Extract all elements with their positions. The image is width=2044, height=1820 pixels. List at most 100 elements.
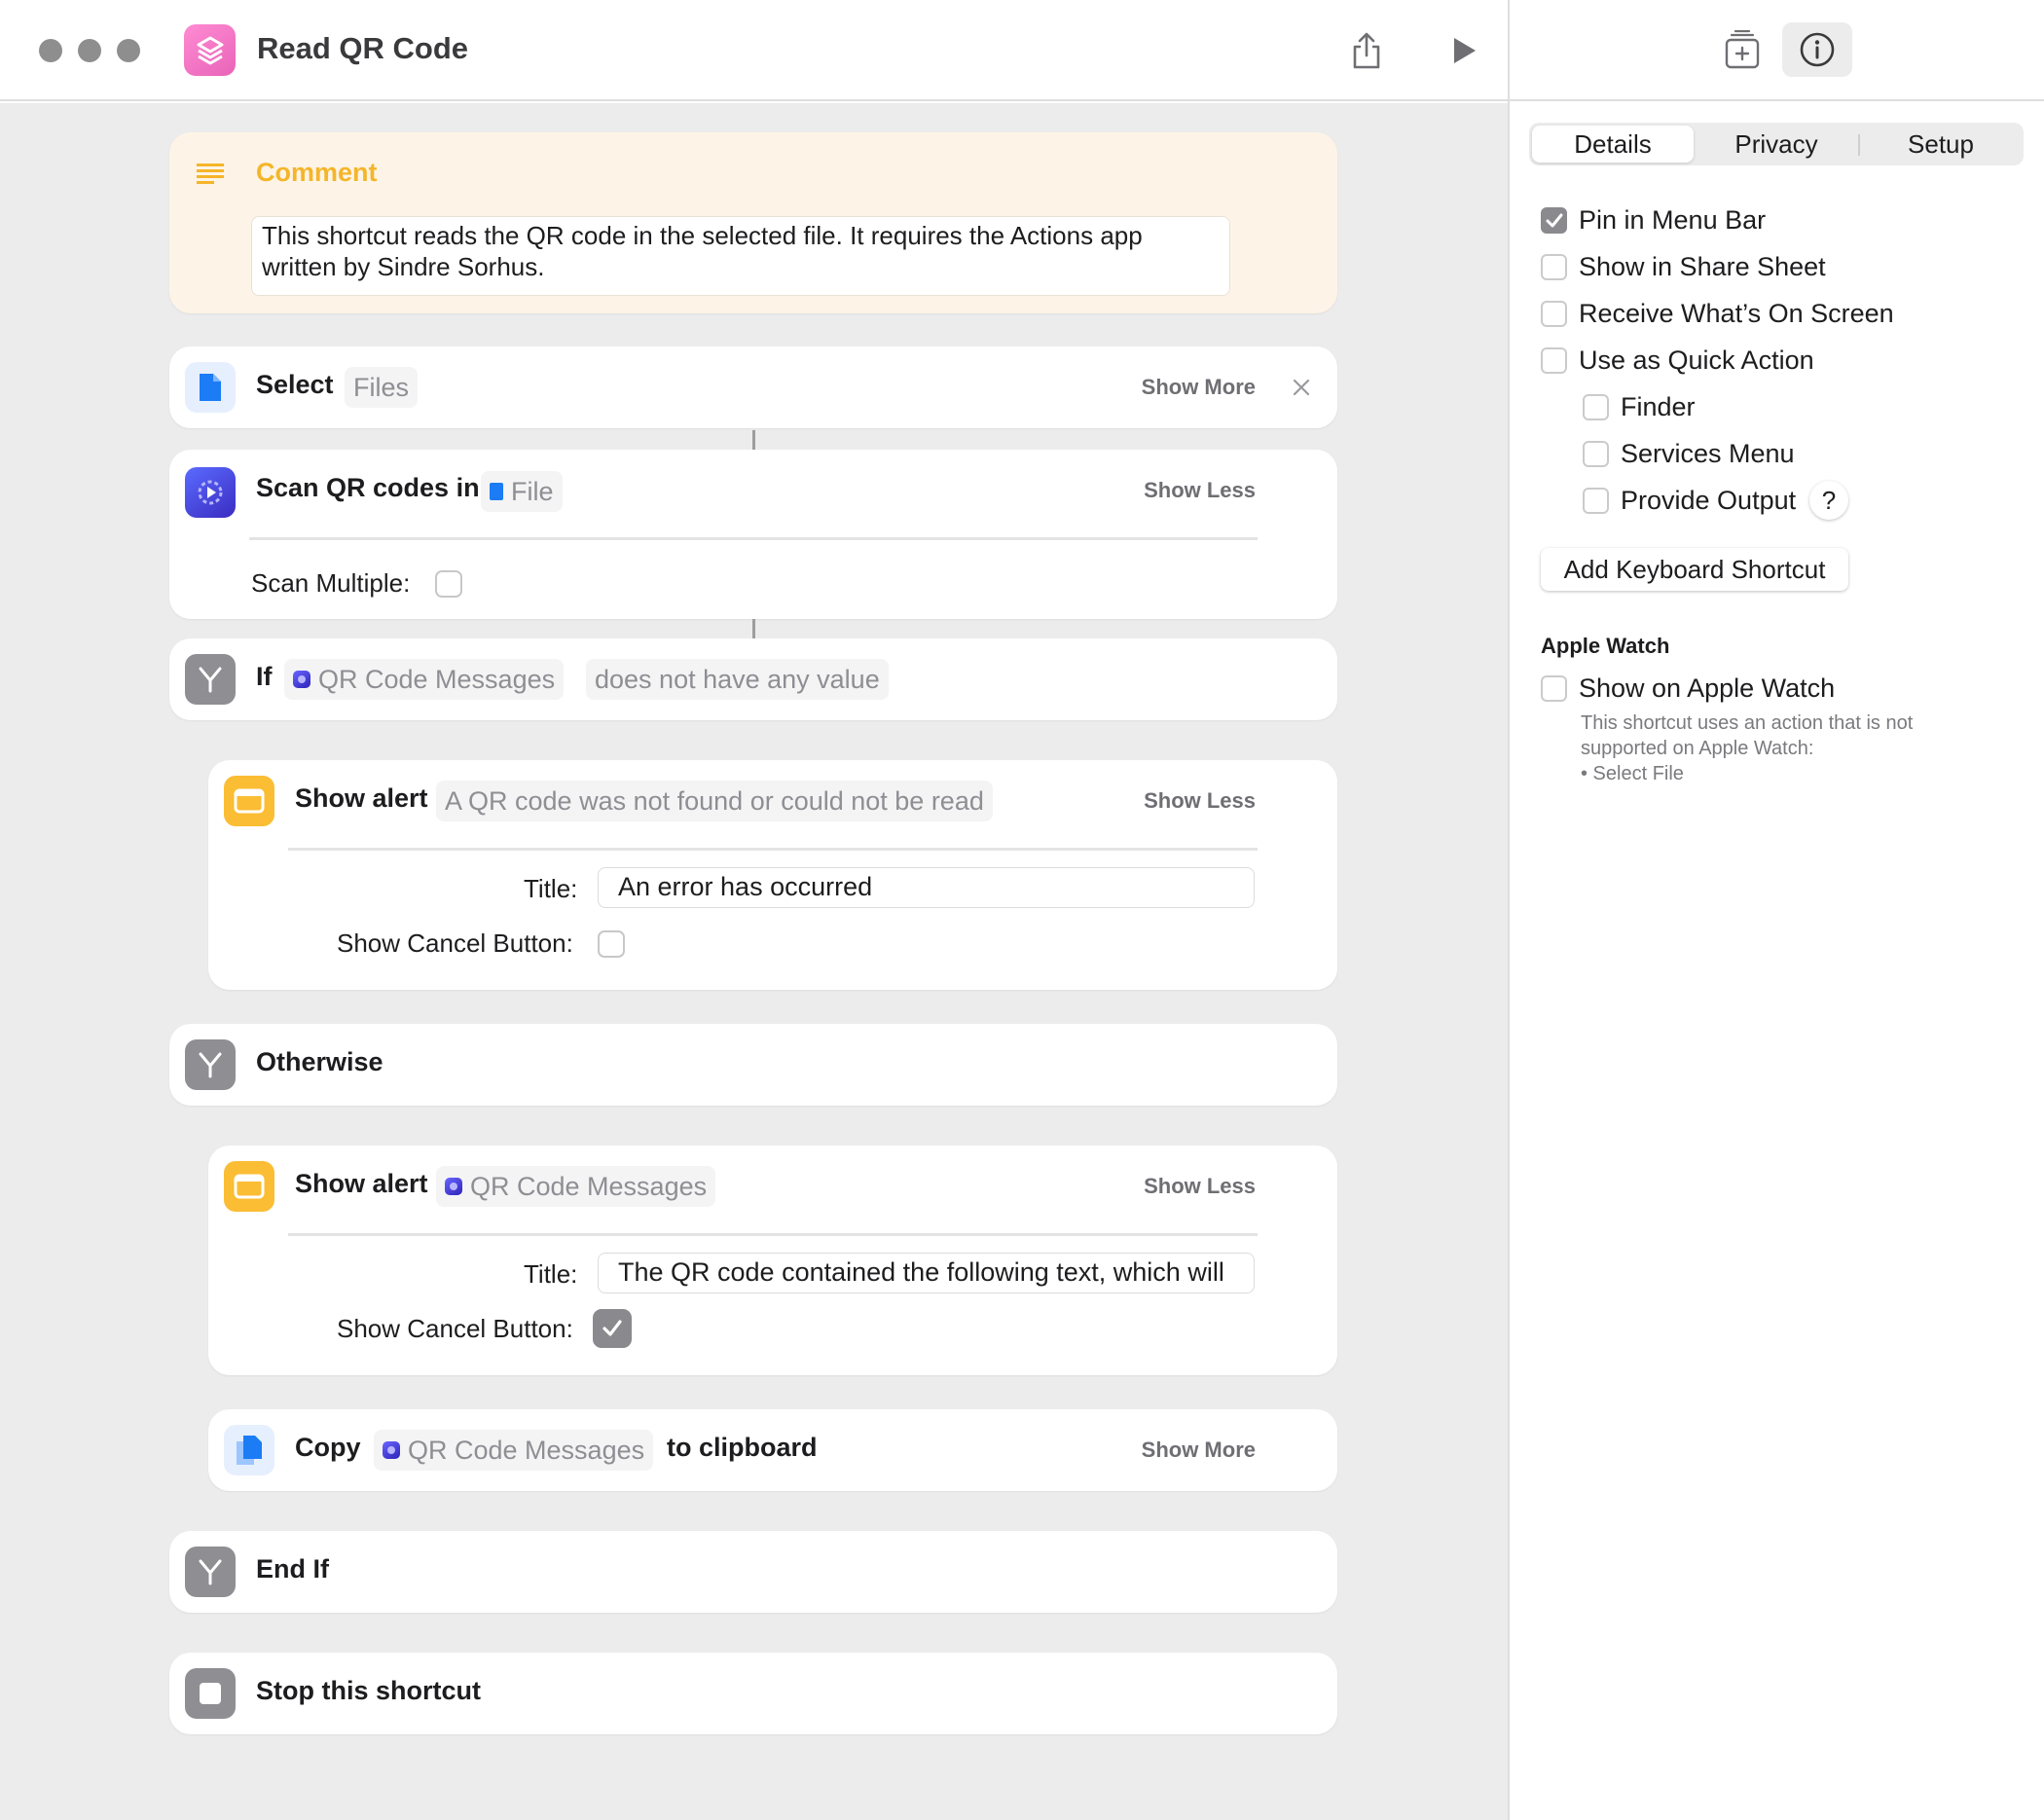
copy-clipboard-action[interactable]: Copy QR Code Messages to clipboard Show … bbox=[208, 1409, 1337, 1491]
qr-messages-token[interactable]: QR Code Messages bbox=[374, 1430, 654, 1471]
help-button[interactable]: ? bbox=[1809, 481, 1848, 520]
tab-details[interactable]: Details bbox=[1532, 126, 1694, 163]
close-window-button[interactable] bbox=[39, 39, 62, 62]
tab-privacy[interactable]: Privacy bbox=[1697, 126, 1856, 163]
apple-watch-note-line: • Select File bbox=[1581, 763, 1684, 784]
if-verb: If bbox=[256, 662, 273, 691]
sidebar-tabs: Details Privacy Setup bbox=[1529, 123, 2024, 165]
tab-separator bbox=[1858, 134, 1860, 156]
copy-verb: Copy bbox=[295, 1433, 361, 1462]
alert-window-icon bbox=[224, 1161, 274, 1212]
show-cancel-checkbox[interactable] bbox=[598, 930, 625, 958]
info-icon bbox=[1800, 32, 1835, 67]
alert-window-icon bbox=[224, 776, 274, 826]
details-sidebar: Details Privacy Setup Pin in Menu Bar Sh… bbox=[1508, 0, 2044, 1820]
branch-icon bbox=[185, 654, 236, 705]
pin-menu-bar-checkbox[interactable] bbox=[1541, 207, 1567, 234]
run-button[interactable] bbox=[1441, 27, 1487, 74]
alert-title-field[interactable]: An error has occurred bbox=[598, 867, 1255, 908]
files-token-label: Files bbox=[353, 372, 410, 402]
files-token[interactable]: Files bbox=[345, 367, 419, 408]
close-icon[interactable] bbox=[1293, 379, 1310, 396]
show-alert-verb: Show alert bbox=[295, 1169, 428, 1198]
apple-watch-label: Show on Apple Watch bbox=[1579, 673, 1836, 703]
sidebar-toolbar bbox=[1510, 0, 2044, 101]
show-less-button[interactable]: Show Less bbox=[1144, 788, 1256, 814]
minimize-window-button[interactable] bbox=[78, 39, 101, 62]
comment-lines-icon bbox=[197, 164, 224, 184]
show-alert-action[interactable]: Show alert A QR code was not found or co… bbox=[208, 760, 1337, 990]
title-bar: Read QR Code bbox=[0, 0, 1508, 101]
show-cancel-label: Show Cancel Button: bbox=[337, 928, 573, 958]
branch-icon bbox=[185, 1547, 236, 1597]
checkmark-icon bbox=[1546, 213, 1562, 227]
alert-title-label: Title: bbox=[524, 1259, 578, 1289]
show-alert-action[interactable]: Show alert QR Code Messages Show Less Ti… bbox=[208, 1146, 1337, 1375]
otherwise-action[interactable]: Otherwise bbox=[169, 1024, 1337, 1106]
show-more-button[interactable]: Show More bbox=[1142, 375, 1256, 400]
apple-watch-note: This shortcut uses an action that is not… bbox=[1581, 710, 1989, 786]
window-title: Read QR Code bbox=[257, 31, 469, 65]
apple-watch-note-line: supported on Apple Watch: bbox=[1581, 738, 1814, 759]
provide-output-label: Provide Output bbox=[1621, 486, 1797, 515]
stop-verb: Stop this shortcut bbox=[256, 1676, 481, 1705]
scan-qr-action[interactable]: Scan QR codes in File Show Less Scan Mul… bbox=[169, 450, 1337, 619]
comment-action[interactable]: Comment This shortcut reads the QR code … bbox=[169, 132, 1337, 313]
show-more-button[interactable]: Show More bbox=[1142, 1438, 1256, 1463]
comment-text[interactable]: This shortcut reads the QR code in the s… bbox=[251, 216, 1230, 296]
add-keyboard-shortcut-button[interactable]: Add Keyboard Shortcut bbox=[1541, 548, 1848, 591]
show-less-button[interactable]: Show Less bbox=[1144, 1174, 1256, 1199]
share-icon bbox=[1353, 32, 1380, 69]
select-files-action[interactable]: Select Files Show More bbox=[169, 346, 1337, 428]
apple-watch-checkbox[interactable] bbox=[1541, 675, 1567, 702]
document-icon bbox=[185, 362, 236, 413]
provide-output-checkbox[interactable] bbox=[1583, 488, 1609, 514]
condition-token[interactable]: does not have any value bbox=[586, 659, 889, 700]
quick-action-label: Use as Quick Action bbox=[1579, 346, 1814, 375]
scan-verb: Scan QR codes in bbox=[256, 473, 480, 502]
file-icon bbox=[490, 483, 503, 500]
file-token-label: File bbox=[511, 476, 554, 506]
scan-multiple-checkbox[interactable] bbox=[435, 570, 462, 598]
show-cancel-label: Show Cancel Button: bbox=[337, 1314, 573, 1343]
alert-title-field[interactable]: The QR code contained the following text… bbox=[598, 1253, 1255, 1293]
services-menu-label: Services Menu bbox=[1621, 439, 1795, 468]
stop-shortcut-action[interactable]: Stop this shortcut bbox=[169, 1653, 1337, 1734]
show-less-button[interactable]: Show Less bbox=[1144, 478, 1256, 503]
file-token[interactable]: File bbox=[481, 471, 563, 512]
whats-on-screen-checkbox[interactable] bbox=[1541, 301, 1567, 327]
show-cancel-checkbox[interactable] bbox=[593, 1309, 632, 1348]
copy-suffix: to clipboard bbox=[667, 1433, 818, 1462]
zoom-window-button[interactable] bbox=[117, 39, 140, 62]
qr-messages-token-label: QR Code Messages bbox=[470, 1171, 708, 1201]
divider bbox=[249, 537, 1258, 540]
shortcut-editor: Comment This shortcut reads the QR code … bbox=[0, 103, 1508, 1820]
pin-menu-bar-label: Pin in Menu Bar bbox=[1579, 205, 1767, 235]
action-connector bbox=[752, 430, 755, 450]
quick-action-checkbox[interactable] bbox=[1541, 347, 1567, 374]
show-alert-verb: Show alert bbox=[295, 783, 428, 813]
tab-setup[interactable]: Setup bbox=[1861, 126, 2021, 163]
finder-checkbox[interactable] bbox=[1583, 394, 1609, 420]
scan-multiple-label: Scan Multiple: bbox=[251, 568, 411, 598]
qr-messages-token-label: QR Code Messages bbox=[318, 664, 556, 694]
qr-messages-token[interactable]: QR Code Messages bbox=[436, 1166, 716, 1207]
divider bbox=[288, 1233, 1258, 1236]
comment-label: Comment bbox=[256, 158, 378, 187]
qr-messages-token[interactable]: QR Code Messages bbox=[284, 659, 565, 700]
info-button[interactable] bbox=[1782, 22, 1852, 77]
alert-message-token[interactable]: A QR code was not found or could not be … bbox=[436, 781, 993, 821]
services-menu-checkbox[interactable] bbox=[1583, 441, 1609, 467]
action-library-button[interactable] bbox=[1707, 22, 1777, 77]
share-button[interactable] bbox=[1343, 27, 1390, 74]
actions-app-icon bbox=[293, 671, 310, 688]
share-sheet-label: Show in Share Sheet bbox=[1579, 252, 1826, 281]
select-verb: Select bbox=[256, 370, 334, 399]
branch-icon bbox=[185, 1039, 236, 1090]
end-if-action[interactable]: End If bbox=[169, 1531, 1337, 1613]
otherwise-verb: Otherwise bbox=[256, 1047, 383, 1076]
checkmark-icon bbox=[602, 1320, 622, 1336]
share-sheet-checkbox[interactable] bbox=[1541, 254, 1567, 280]
if-action[interactable]: If QR Code Messages does not have any va… bbox=[169, 638, 1337, 720]
play-icon bbox=[1454, 38, 1476, 63]
